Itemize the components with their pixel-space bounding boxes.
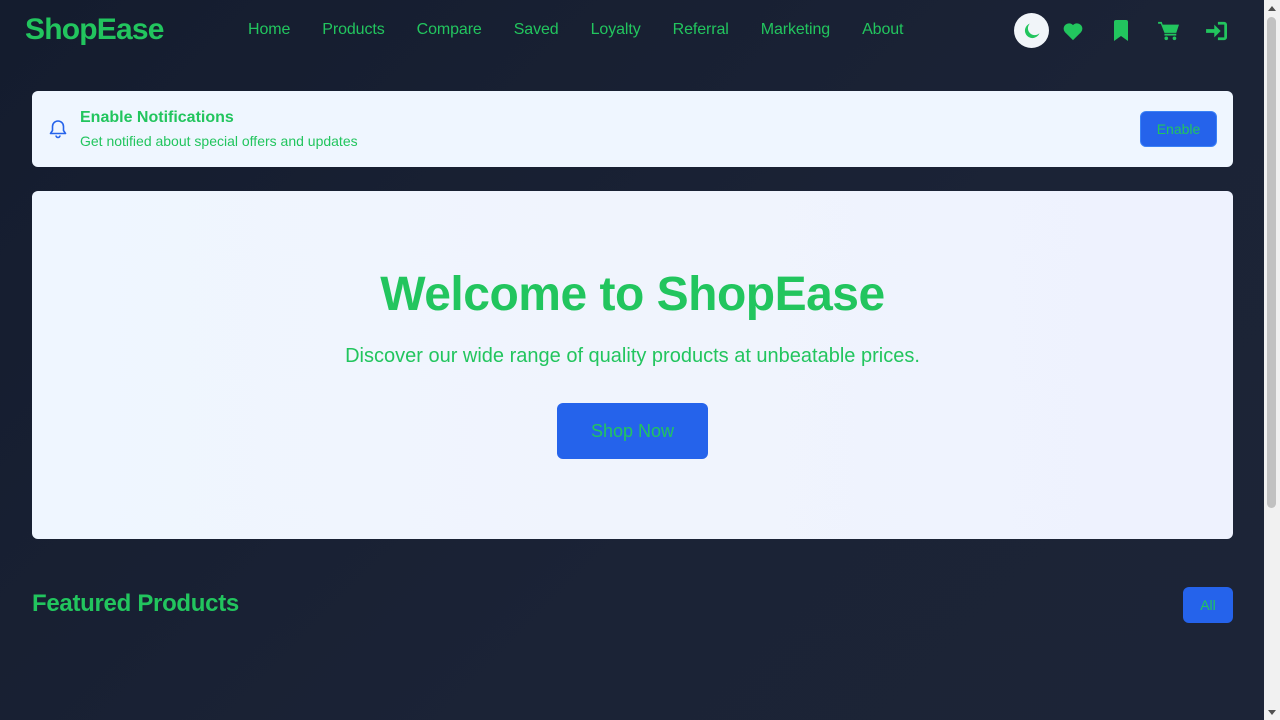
nav-marketing[interactable]: Marketing: [745, 0, 846, 60]
featured-products-heading: Featured Products: [32, 590, 239, 617]
enable-notifications-button[interactable]: Enable: [1140, 111, 1217, 147]
sign-in-icon: [1206, 21, 1227, 40]
vertical-scrollbar[interactable]: [1264, 0, 1280, 720]
hero-subtitle: Discover our wide range of quality produ…: [345, 345, 920, 367]
moon-icon: [1024, 23, 1039, 38]
scroll-down-arrow[interactable]: [1264, 704, 1280, 720]
scroll-up-arrow[interactable]: [1264, 0, 1280, 16]
page: ShopEase Home Products Compare Saved Loy…: [0, 0, 1264, 720]
caret-up-icon: [1268, 5, 1276, 11]
bookmark-icon: [1114, 20, 1128, 41]
theme-toggle-button[interactable]: [1014, 13, 1049, 48]
saved-button[interactable]: [1097, 13, 1145, 48]
scroll-thumb[interactable]: [1267, 17, 1276, 508]
brand-logo[interactable]: ShopEase: [25, 13, 164, 47]
nav-home[interactable]: Home: [232, 0, 306, 60]
hero-title: Welcome to ShopEase: [380, 268, 885, 321]
wishlist-button[interactable]: [1049, 13, 1097, 48]
notification-description: Get notified about special offers and up…: [80, 133, 358, 149]
hero-section: Welcome to ShopEase Discover our wide ra…: [32, 191, 1233, 539]
cart-icon: [1158, 21, 1179, 40]
main-nav: Home Products Compare Saved Loyalty Refe…: [232, 0, 919, 60]
filter-all-button[interactable]: All: [1183, 587, 1233, 623]
shop-now-button[interactable]: Shop Now: [557, 403, 708, 459]
login-button[interactable]: [1193, 13, 1241, 48]
nav-products[interactable]: Products: [306, 0, 400, 60]
bell-icon: [49, 120, 67, 139]
top-navbar: ShopEase Home Products Compare Saved Loy…: [0, 0, 1264, 60]
notification-title: Enable Notifications: [80, 109, 234, 126]
heart-icon: [1063, 22, 1083, 40]
header-actions: [1014, 13, 1241, 48]
nav-compare[interactable]: Compare: [401, 0, 498, 60]
nav-loyalty[interactable]: Loyalty: [575, 0, 657, 60]
nav-about[interactable]: About: [846, 0, 919, 60]
caret-down-icon: [1268, 709, 1276, 715]
nav-referral[interactable]: Referral: [657, 0, 745, 60]
cart-button[interactable]: [1145, 13, 1193, 48]
nav-saved[interactable]: Saved: [498, 0, 575, 60]
notification-banner: Enable Notifications Get notified about …: [32, 91, 1233, 167]
